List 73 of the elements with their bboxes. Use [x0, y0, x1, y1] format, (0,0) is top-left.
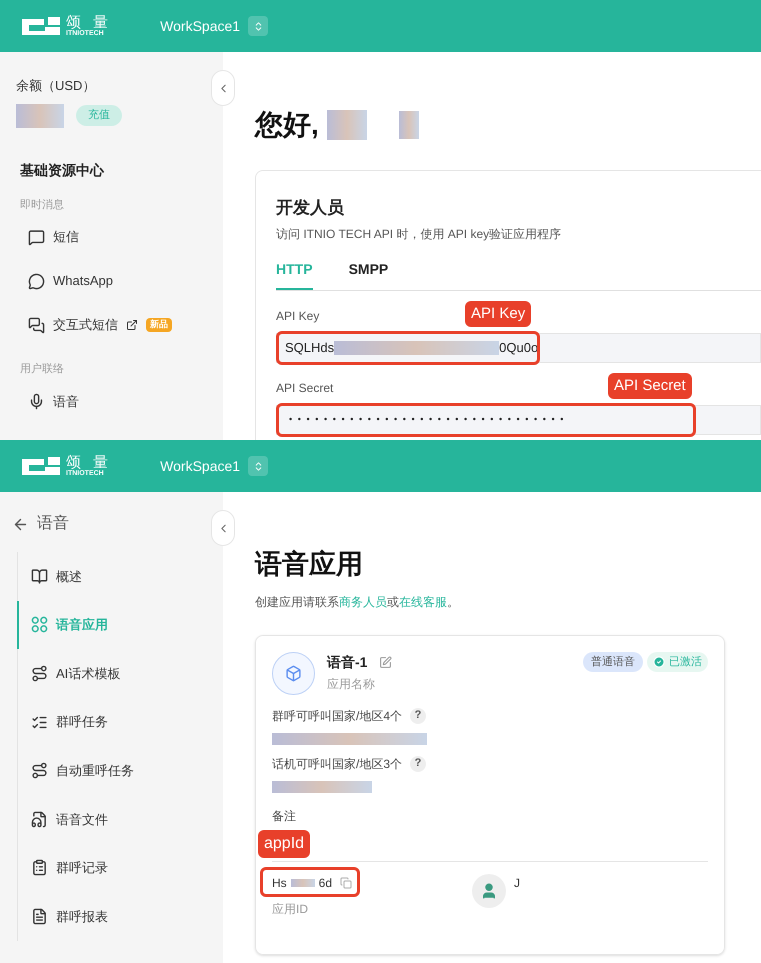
sidebar-item[interactable]: 概述: [17, 552, 223, 601]
api-secret-field[interactable]: ••••••••••••••••••••••••••••••••: [276, 404, 761, 434]
coverage-label: 群呼可呼叫国家/地区4个: [272, 708, 402, 724]
redacted-block: [326, 110, 367, 140]
balance-label: 余额（USD）: [16, 77, 96, 95]
status-tag: 已激活: [647, 652, 708, 672]
api-key-field[interactable]: SQLHds 0Qu0o: [276, 332, 761, 362]
key-suffix: 0Qu0o: [499, 338, 538, 357]
callout-label: API Secret: [608, 372, 692, 399]
grid-icon: [31, 616, 48, 634]
book-icon: [31, 568, 48, 585]
type-tag: 普通语音: [583, 652, 643, 672]
sidebar-item[interactable]: 短信: [28, 217, 207, 257]
field-label: API Secret: [276, 380, 334, 396]
sidebar-item[interactable]: 群呼记录: [17, 844, 223, 892]
page-title: 语音应用: [255, 548, 364, 581]
clipboard-icon: [31, 859, 48, 876]
section-title: 基础资源中心: [20, 160, 106, 180]
logo-icon: [20, 15, 62, 37]
card-subtitle: 访问 ITNIO TECH API 时，使用 API key验证应用程序: [276, 226, 562, 242]
field-label: API Key: [276, 308, 320, 324]
sidebar-item[interactable]: AI话术模板: [17, 649, 223, 698]
intro-text: 创建应用请联系商务人员或在线客服。: [255, 594, 460, 610]
sidebar-item[interactable]: 语音文件: [17, 794, 223, 844]
note-label: 备注: [272, 808, 297, 824]
collapse-button[interactable]: [211, 70, 235, 106]
redacted-block: [398, 111, 419, 139]
route-icon: [31, 762, 48, 780]
sidebar-item[interactable]: WhatsApp: [28, 261, 207, 301]
microphone-icon: [28, 393, 45, 410]
sidebar-item[interactable]: 交互式短信 新品: [28, 305, 207, 345]
chat-bubbles-icon: [28, 316, 45, 334]
workspace-name: WorkSpace1: [160, 16, 240, 36]
callout-label: API Key: [465, 300, 532, 327]
help-icon[interactable]: ?: [410, 756, 426, 772]
check-circle-icon: [653, 656, 665, 668]
route-icon: [31, 664, 48, 682]
greeting: 您好,: [255, 108, 319, 142]
copy-icon[interactable]: [340, 876, 352, 888]
app-name: 语音-1: [327, 652, 368, 672]
edit-icon[interactable]: [379, 656, 392, 668]
app-id-prefix: Hs: [272, 874, 287, 892]
app-name-label: 应用名称: [327, 676, 376, 692]
app-id-label: 应用ID: [272, 900, 308, 918]
logo-text: 颂 量: [66, 455, 112, 470]
document-icon: [31, 908, 48, 925]
chat-bubble-icon: [28, 228, 45, 246]
sidebar-item[interactable]: 群呼任务: [17, 698, 223, 746]
logo-text: 颂 量: [66, 15, 112, 30]
audio-file-icon: [31, 810, 48, 828]
card-title: 开发人员: [276, 197, 345, 219]
help-icon[interactable]: ?: [410, 708, 426, 724]
logo-icon: [20, 455, 62, 477]
key-prefix: SQLHds: [285, 338, 334, 357]
redacted-block: [16, 104, 64, 128]
callout-label: appId: [258, 830, 310, 858]
group-label: 用户联络: [20, 362, 65, 377]
sidebar-item[interactable]: 群呼报表: [17, 892, 223, 941]
new-badge: 新品: [146, 318, 172, 332]
coverage-label: 话机可呼叫国家/地区3个: [272, 756, 402, 772]
group-label: 即时消息: [20, 198, 65, 212]
workspace-switch-button[interactable]: [248, 456, 268, 476]
back-link[interactable]: 语音: [37, 512, 69, 536]
redacted-block: [290, 878, 315, 886]
workspace-switch-button[interactable]: [248, 16, 268, 36]
sidebar-item[interactable]: 自动重呼任务: [17, 746, 223, 795]
collapse-button[interactable]: [211, 510, 235, 546]
creator-name: J: [514, 874, 520, 892]
sidebar-item[interactable]: 语音: [28, 382, 207, 422]
protocol-tab[interactable]: SMPP: [348, 258, 388, 290]
workspace-name: WorkSpace1: [160, 456, 240, 476]
cube-icon: [285, 664, 302, 682]
app-id-suffix: 6d: [318, 874, 332, 892]
